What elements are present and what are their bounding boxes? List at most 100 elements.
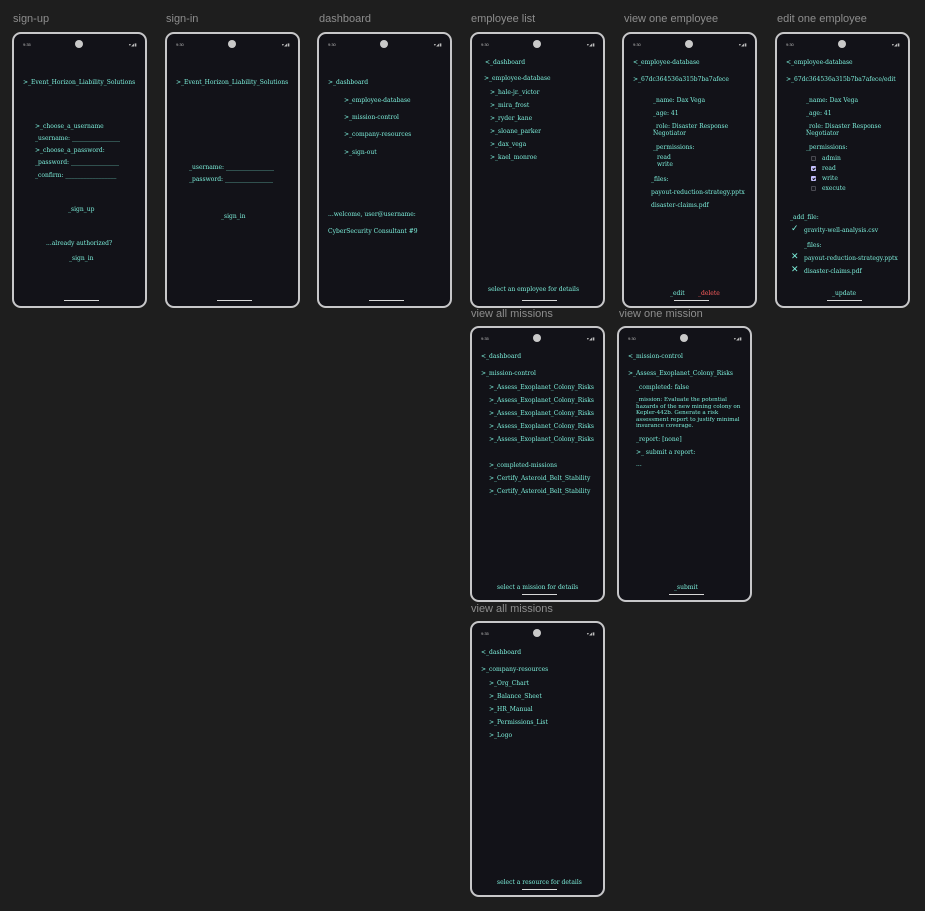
employee-item[interactable]: >_dax_vega (490, 141, 526, 148)
completed-mission-item[interactable]: >_Certify_Asteroid_Belt_Stability (489, 475, 590, 482)
resource-item[interactable]: >_HR_Manual (489, 706, 533, 713)
mission-item[interactable]: >_Assess_Exoplanet_Colony_Risks (489, 410, 594, 417)
permission-read: read (657, 154, 671, 161)
phone-edit-employee: 9:30 ▾◢▮ <_employee-database >_67dc36453… (775, 32, 910, 308)
camera-notch (533, 629, 541, 637)
section-title: >_mission-control (481, 370, 536, 377)
nav-company-resources[interactable]: >_company-resources (344, 131, 411, 138)
frame-label-view-mission: view one mission (619, 308, 703, 320)
home-indicator (669, 594, 704, 595)
status-time: 9:30 (481, 42, 489, 47)
remove-file-icon[interactable]: ✕ (791, 266, 799, 275)
checkbox-label-write: write (822, 175, 838, 182)
sign-in-link[interactable]: _sign_in (69, 255, 94, 262)
home-indicator (827, 300, 862, 301)
employee-id: >_67dc364536a315b7ba7afece (633, 76, 729, 83)
status-icons: ▾◢▮ (281, 42, 290, 47)
frame-label-view-resources: view all missions (471, 603, 553, 615)
back-link[interactable]: <_employee-database (786, 59, 853, 66)
sign-in-button[interactable]: _sign_in (221, 213, 246, 220)
file-link[interactable]: payout-reduction-strategy.pptx (651, 189, 745, 196)
completed-mission-item[interactable]: >_Certify_Asteroid_Belt_Stability (489, 488, 590, 495)
mission-description: _mission: Evaluate the potential hazards… (636, 397, 741, 429)
status-icons: ▾◢▮ (733, 336, 742, 341)
employee-age: _age: 41 (653, 110, 679, 117)
phone-dashboard: 9:30 ▾◢▮ >_dashboard >_employee-database… (317, 32, 452, 308)
age-field[interactable]: _age: 41 (806, 110, 832, 117)
camera-notch (380, 40, 388, 48)
back-link[interactable]: <_dashboard (481, 649, 521, 656)
username-field[interactable]: _username: ________________ (189, 164, 274, 171)
phone-view-resources: 9:35 ▾◢▮ <_dashboard >_company-resources… (470, 621, 605, 897)
file-link[interactable]: disaster-claims.pdf (651, 202, 709, 209)
employee-item[interactable]: >_ryder_kane (490, 115, 532, 122)
resource-item[interactable]: >_Permissions_List (489, 719, 548, 726)
checkbox-label-admin: admin (822, 155, 841, 162)
status-time: 9:30 (786, 42, 794, 47)
mission-item[interactable]: >_Assess_Exoplanet_Colony_Risks (489, 384, 594, 391)
frame-label-signup: sign-up (13, 13, 50, 25)
status-icons: ▾◢▮ (586, 336, 595, 341)
home-indicator (522, 300, 557, 301)
user-role: CyberSecurity Consultant #9 (328, 228, 418, 235)
file-link[interactable]: payout-reduction-strategy.pptx (804, 255, 898, 262)
checkbox-read[interactable] (811, 166, 816, 171)
sign-up-button[interactable]: _sign_up (68, 206, 94, 213)
mission-item[interactable]: >_Assess_Exoplanet_Colony_Risks (489, 397, 594, 404)
report-input[interactable]: ... (636, 461, 642, 468)
edit-button[interactable]: _edit (670, 290, 685, 297)
employee-item[interactable]: >_sloane_parker (490, 128, 541, 135)
frame-label-edit-employee: edit one employee (777, 13, 867, 25)
mission-item[interactable]: >_Assess_Exoplanet_Colony_Risks (489, 423, 594, 430)
resource-item[interactable]: >_Org_Chart (489, 680, 529, 687)
phone-view-employee: 9:30 ▾◢▮ <_employee-database >_67dc36453… (622, 32, 757, 308)
home-indicator (522, 594, 557, 595)
employee-item[interactable]: >_kael_monroe (490, 154, 537, 161)
employee-item[interactable]: >_mira_frost (490, 102, 529, 109)
resource-item[interactable]: >_Balance_Sheet (489, 693, 542, 700)
username-field[interactable]: _username: ________________ (35, 135, 120, 142)
status-icons: ▾◢▮ (128, 42, 137, 47)
status-time: 9:35 (481, 631, 489, 636)
submit-report-prompt: >_ submit a report: (636, 449, 696, 456)
resource-item[interactable]: >_Logo (489, 732, 512, 739)
delete-button[interactable]: _delete (698, 290, 720, 297)
role-field[interactable]: _role: Disaster Response Negotiator (806, 123, 896, 137)
camera-notch (838, 40, 846, 48)
password-field[interactable]: _password: ________________ (35, 159, 119, 166)
camera-notch (533, 40, 541, 48)
back-link[interactable]: <_dashboard (485, 59, 525, 66)
section-title: >_company-resources (481, 666, 549, 673)
permissions-label: _permissions: (653, 144, 695, 151)
section-title: >_employee-database (484, 75, 551, 82)
completed-missions-label[interactable]: >_completed-missions (489, 462, 557, 469)
mission-title: >_Assess_Exoplanet_Colony_Risks (628, 370, 733, 377)
select-hint: select a mission for details (497, 584, 579, 591)
checkbox-execute[interactable] (811, 186, 816, 191)
checkbox-write[interactable] (811, 176, 816, 181)
file-link[interactable]: disaster-claims.pdf (804, 268, 862, 275)
status-icons: ▾◢▮ (586, 42, 595, 47)
phone-view-missions: 9:35 ▾◢▮ <_dashboard >_mission-control >… (470, 326, 605, 602)
back-link[interactable]: <_dashboard (481, 353, 521, 360)
added-file[interactable]: gravity-well-analysis.csv (804, 227, 878, 234)
nav-mission-control[interactable]: >_mission-control (344, 114, 399, 121)
password-field[interactable]: _password: ________________ (189, 176, 273, 183)
mission-item[interactable]: >_Assess_Exoplanet_Colony_Risks (489, 436, 594, 443)
checkbox-admin[interactable] (811, 156, 816, 161)
frame-label-dashboard: dashboard (319, 13, 371, 25)
app-title: >_Event_Horizon_Liability_Solutions (23, 79, 136, 86)
name-field[interactable]: _name: Dax Vega (806, 97, 858, 104)
nav-sign-out[interactable]: >_sign-out (344, 149, 377, 156)
phone-signin: 9:30 ▾◢▮ >_Event_Horizon_Liability_Solut… (165, 32, 300, 308)
submit-button[interactable]: _submit (674, 584, 698, 591)
nav-employee-database[interactable]: >_employee-database (344, 97, 411, 104)
back-link[interactable]: <_employee-database (633, 59, 700, 66)
remove-file-icon[interactable]: ✕ (791, 253, 799, 262)
already-authorized-text: ...already authorized? (46, 240, 113, 247)
confirm-password-field[interactable]: _confirm: _________________ (35, 172, 116, 179)
employee-item[interactable]: >_hale-jr._victor (490, 89, 540, 96)
back-link[interactable]: <_mission-control (628, 353, 683, 360)
choose-username-label: >_choose_a_username (35, 123, 104, 130)
update-button[interactable]: _update (832, 290, 856, 297)
